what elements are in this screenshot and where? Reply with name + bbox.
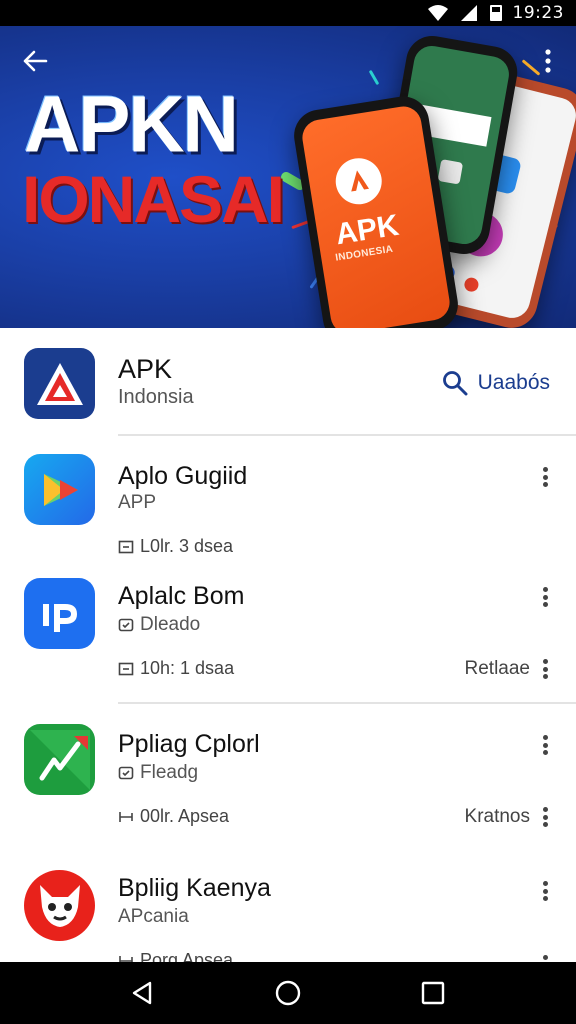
download-size-icon bbox=[118, 662, 134, 675]
app-meta: Porg Apsea bbox=[118, 950, 233, 962]
hero-banner: APKN IONASAI APK INDONESIA bbox=[0, 26, 576, 328]
hero-title-line2: IONASAI bbox=[22, 162, 285, 236]
download-size-icon bbox=[119, 955, 133, 962]
app-list-item[interactable]: Aplo Gugiid APP L0lr. 3 dsea bbox=[0, 436, 576, 566]
store-subtitle: Indonsia bbox=[118, 386, 194, 408]
app-action-button[interactable]: Kratnos bbox=[465, 806, 530, 828]
store-title: APK bbox=[118, 354, 173, 384]
app-meta: 10h: 1 dsaa bbox=[118, 658, 234, 679]
status-icons: 19:23 bbox=[427, 2, 565, 24]
nav-recents-button[interactable] bbox=[408, 968, 458, 1018]
download-size-icon bbox=[118, 540, 134, 553]
status-icon bbox=[118, 618, 134, 632]
app-action-menu-button[interactable] bbox=[536, 656, 554, 682]
play-triangle-icon bbox=[24, 454, 95, 525]
search-label: Uaabós bbox=[477, 371, 550, 394]
app-list-item[interactable]: Aplalc Bom Dleado 10h: 1 dsaa Retlaae bbox=[0, 566, 576, 702]
system-nav-bar bbox=[0, 962, 576, 1024]
app-subtitle-text: Fleadg bbox=[140, 762, 199, 783]
app-action-menu-button[interactable] bbox=[536, 804, 554, 830]
wifi-icon bbox=[427, 5, 448, 21]
sim-icon bbox=[489, 5, 502, 21]
status-icon bbox=[118, 766, 134, 780]
nav-home-button[interactable] bbox=[263, 968, 313, 1018]
status-bar: 19:23 bbox=[0, 0, 576, 26]
app-menu-button[interactable] bbox=[536, 732, 554, 758]
app-name: Aplalc Bom bbox=[118, 582, 245, 610]
arrow-logo-icon bbox=[24, 724, 95, 795]
status-time: 19:23 bbox=[512, 3, 564, 23]
app-subtitle-text: APP bbox=[118, 492, 157, 513]
app-subtitle: APcania bbox=[118, 906, 189, 928]
app-subtitle: APP bbox=[118, 492, 156, 514]
back-button[interactable] bbox=[16, 42, 54, 80]
fox-logo-icon bbox=[24, 870, 95, 941]
signal-icon bbox=[460, 5, 477, 21]
app-name: Ppliag Cplorl bbox=[118, 730, 260, 758]
circle-home-icon bbox=[275, 980, 301, 1006]
ip-logo-icon bbox=[24, 578, 95, 649]
app-subtitle-text: Dleado bbox=[140, 614, 201, 635]
store-logo-icon bbox=[24, 348, 95, 419]
app-meta: 00lr. Apsea bbox=[118, 806, 229, 827]
app-action-button[interactable]: Retlaae bbox=[465, 658, 531, 680]
app-menu-button[interactable] bbox=[536, 878, 554, 904]
triangle-back-icon bbox=[132, 981, 151, 1005]
hero-title-line1: APKN bbox=[24, 79, 239, 169]
app-meta: L0lr. 3 dsea bbox=[118, 536, 233, 557]
app-name: Aplo Gugiid bbox=[118, 462, 248, 490]
more-vert-icon bbox=[545, 49, 551, 73]
phone-app-logo-icon bbox=[332, 154, 386, 208]
app-action-menu-button[interactable] bbox=[536, 952, 554, 962]
app-meta-text: L0lr. 3 dsea bbox=[140, 536, 234, 556]
app-menu-button[interactable] bbox=[536, 584, 554, 610]
store-header: APK Indonsia Uaabós bbox=[0, 328, 576, 436]
app-subtitle: Dleado bbox=[118, 614, 200, 636]
app-meta-text: Porg Apsea bbox=[140, 950, 234, 962]
overflow-menu-button[interactable] bbox=[534, 42, 562, 80]
download-size-icon bbox=[119, 811, 133, 822]
app-list-item[interactable]: Ppliag Cplorl Fleadg 00lr. Apsea Kratnos bbox=[0, 704, 576, 844]
app-list-item[interactable]: Bpliig Kaenya APcania Porg Apsea bbox=[0, 844, 576, 962]
app-name: Bpliig Kaenya bbox=[118, 874, 271, 902]
app-menu-button[interactable] bbox=[536, 464, 554, 490]
app-meta-text: 00lr. Apsea bbox=[140, 806, 230, 826]
search-icon bbox=[442, 371, 468, 396]
app-meta-text: 10h: 1 dsaa bbox=[140, 658, 235, 678]
nav-back-button[interactable] bbox=[118, 968, 168, 1018]
app-subtitle: Fleadg bbox=[118, 762, 198, 784]
search-button[interactable]: Uaabós bbox=[442, 366, 550, 400]
square-recents-icon bbox=[422, 981, 445, 1005]
app-subtitle-text: APcania bbox=[118, 906, 189, 927]
arrow-left-icon bbox=[23, 50, 48, 72]
